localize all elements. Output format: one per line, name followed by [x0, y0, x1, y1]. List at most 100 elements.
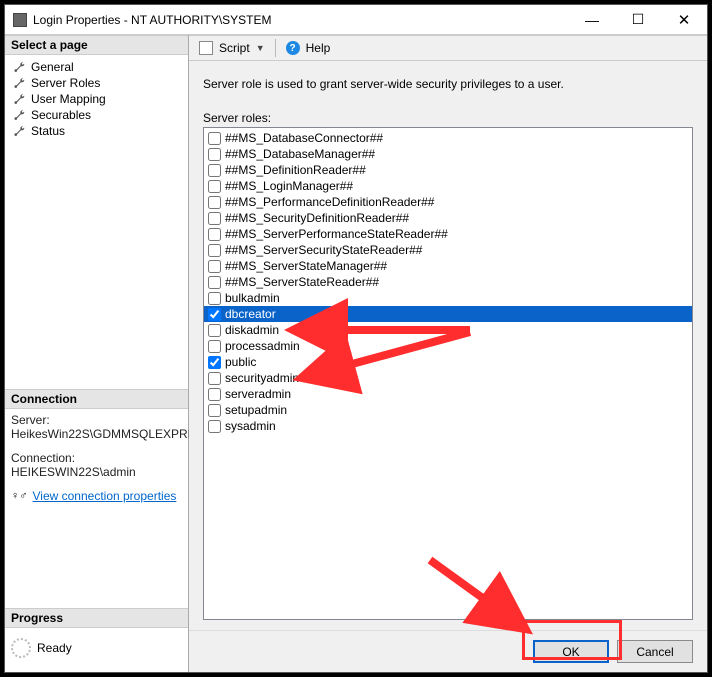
role-item[interactable]: ##MS_LoginManager##: [204, 178, 692, 194]
server-label: Server:: [11, 413, 182, 427]
role-checkbox[interactable]: [208, 148, 221, 161]
role-checkbox[interactable]: [208, 308, 221, 321]
role-item[interactable]: setupadmin: [204, 402, 692, 418]
view-connection-properties-link[interactable]: View connection properties: [33, 489, 177, 503]
script-button[interactable]: Script: [219, 41, 250, 55]
role-checkbox[interactable]: [208, 164, 221, 177]
role-item[interactable]: ##MS_DatabaseConnector##: [204, 130, 692, 146]
role-label: diskadmin: [225, 322, 279, 338]
role-checkbox[interactable]: [208, 388, 221, 401]
help-icon: ?: [286, 41, 300, 55]
maximize-button[interactable]: ☐: [615, 5, 661, 35]
role-checkbox[interactable]: [208, 292, 221, 305]
window-title: Login Properties - NT AUTHORITY\SYSTEM: [33, 13, 569, 27]
sidebar-page-status[interactable]: Status: [11, 123, 182, 139]
toolbar: Script ▼ ? Help: [189, 35, 707, 61]
role-item[interactable]: ##MS_ServerStateReader##: [204, 274, 692, 290]
connection-panel: Server: HeikesWin22S\GDMMSQLEXPRE Connec…: [5, 409, 188, 511]
role-label: sysadmin: [225, 418, 276, 434]
role-item[interactable]: diskadmin: [204, 322, 692, 338]
role-label: ##MS_ServerSecurityStateReader##: [225, 242, 422, 258]
role-item[interactable]: dbcreator: [204, 306, 692, 322]
connection-label: Connection:: [11, 451, 182, 465]
sidebar-page-label: User Mapping: [31, 92, 106, 106]
select-page-header: Select a page: [5, 35, 188, 55]
role-item[interactable]: ##MS_ServerStateManager##: [204, 258, 692, 274]
role-label: ##MS_DefinitionReader##: [225, 162, 366, 178]
role-label: dbcreator: [225, 306, 276, 322]
role-checkbox[interactable]: [208, 356, 221, 369]
role-label: ##MS_DatabaseConnector##: [225, 130, 383, 146]
role-item[interactable]: ##MS_DatabaseManager##: [204, 146, 692, 162]
role-label: ##MS_ServerStateManager##: [225, 258, 387, 274]
sidebar-page-label: General: [31, 60, 74, 74]
ok-button[interactable]: OK: [533, 640, 609, 663]
role-checkbox[interactable]: [208, 212, 221, 225]
sidebar-page-securables[interactable]: Securables: [11, 107, 182, 123]
sidebar-page-label: Securables: [31, 108, 91, 122]
role-label: ##MS_ServerPerformanceStateReader##: [225, 226, 448, 242]
role-label: ##MS_DatabaseManager##: [225, 146, 375, 162]
sidebar: Select a page General Server Roles User Ma…: [5, 35, 189, 672]
role-label: ##MS_SecurityDefinitionReader##: [225, 210, 409, 226]
role-item[interactable]: serveradmin: [204, 386, 692, 402]
connection-props-icon: ♀♂: [11, 490, 28, 502]
help-button[interactable]: Help: [306, 41, 331, 55]
sidebar-page-user-mapping[interactable]: User Mapping: [11, 91, 182, 107]
role-label: processadmin: [225, 338, 300, 354]
role-item[interactable]: ##MS_ServerSecurityStateReader##: [204, 242, 692, 258]
role-checkbox[interactable]: [208, 180, 221, 193]
close-button[interactable]: ✕: [661, 5, 707, 35]
role-item[interactable]: ##MS_PerformanceDefinitionReader##: [204, 194, 692, 210]
connection-value: HEIKESWIN22S\admin: [11, 465, 182, 479]
role-item[interactable]: public: [204, 354, 692, 370]
role-checkbox[interactable]: [208, 196, 221, 209]
role-checkbox[interactable]: [208, 324, 221, 337]
role-item[interactable]: ##MS_SecurityDefinitionReader##: [204, 210, 692, 226]
role-item[interactable]: bulkadmin: [204, 290, 692, 306]
cancel-button[interactable]: Cancel: [617, 640, 693, 663]
role-checkbox[interactable]: [208, 244, 221, 257]
app-icon: [13, 13, 27, 27]
role-item[interactable]: ##MS_DefinitionReader##: [204, 162, 692, 178]
role-label: setupadmin: [225, 402, 287, 418]
login-properties-window: Login Properties - NT AUTHORITY\SYSTEM —…: [4, 4, 708, 673]
role-checkbox[interactable]: [208, 132, 221, 145]
titlebar: Login Properties - NT AUTHORITY\SYSTEM —…: [5, 5, 707, 35]
progress-status: Ready: [37, 641, 72, 655]
role-item[interactable]: sysadmin: [204, 418, 692, 434]
sidebar-page-label: Status: [31, 124, 65, 138]
sidebar-page-label: Server Roles: [31, 76, 100, 90]
role-item[interactable]: ##MS_ServerPerformanceStateReader##: [204, 226, 692, 242]
server-value: HeikesWin22S\GDMMSQLEXPRE: [11, 427, 182, 441]
role-checkbox[interactable]: [208, 404, 221, 417]
role-label: public: [225, 354, 256, 370]
progress-spinner-icon: [11, 638, 31, 658]
role-item[interactable]: processadmin: [204, 338, 692, 354]
role-label: ##MS_LoginManager##: [225, 178, 353, 194]
description-text: Server role is used to grant server-wide…: [203, 77, 693, 91]
role-checkbox[interactable]: [208, 276, 221, 289]
role-item[interactable]: securityadmin: [204, 370, 692, 386]
script-icon: [199, 41, 213, 55]
role-label: bulkadmin: [225, 290, 280, 306]
progress-header: Progress: [5, 608, 188, 628]
connection-header: Connection: [5, 389, 188, 409]
progress-panel: Ready: [5, 628, 188, 672]
role-checkbox[interactable]: [208, 340, 221, 353]
role-checkbox[interactable]: [208, 420, 221, 433]
sidebar-page-server-roles[interactable]: Server Roles: [11, 75, 182, 91]
role-checkbox[interactable]: [208, 260, 221, 273]
dialog-footer: OK Cancel: [189, 630, 707, 672]
server-roles-label: Server roles:: [203, 111, 693, 125]
sidebar-page-general[interactable]: General: [11, 59, 182, 75]
role-label: serveradmin: [225, 386, 291, 402]
server-roles-listbox[interactable]: ##MS_DatabaseConnector####MS_DatabaseMan…: [203, 127, 693, 620]
toolbar-separator: [275, 39, 276, 57]
role-checkbox[interactable]: [208, 372, 221, 385]
role-label: ##MS_PerformanceDefinitionReader##: [225, 194, 434, 210]
role-checkbox[interactable]: [208, 228, 221, 241]
page-list: General Server Roles User Mapping Securable…: [5, 55, 188, 147]
script-dropdown-icon[interactable]: ▼: [256, 43, 265, 53]
minimize-button[interactable]: —: [569, 5, 615, 35]
